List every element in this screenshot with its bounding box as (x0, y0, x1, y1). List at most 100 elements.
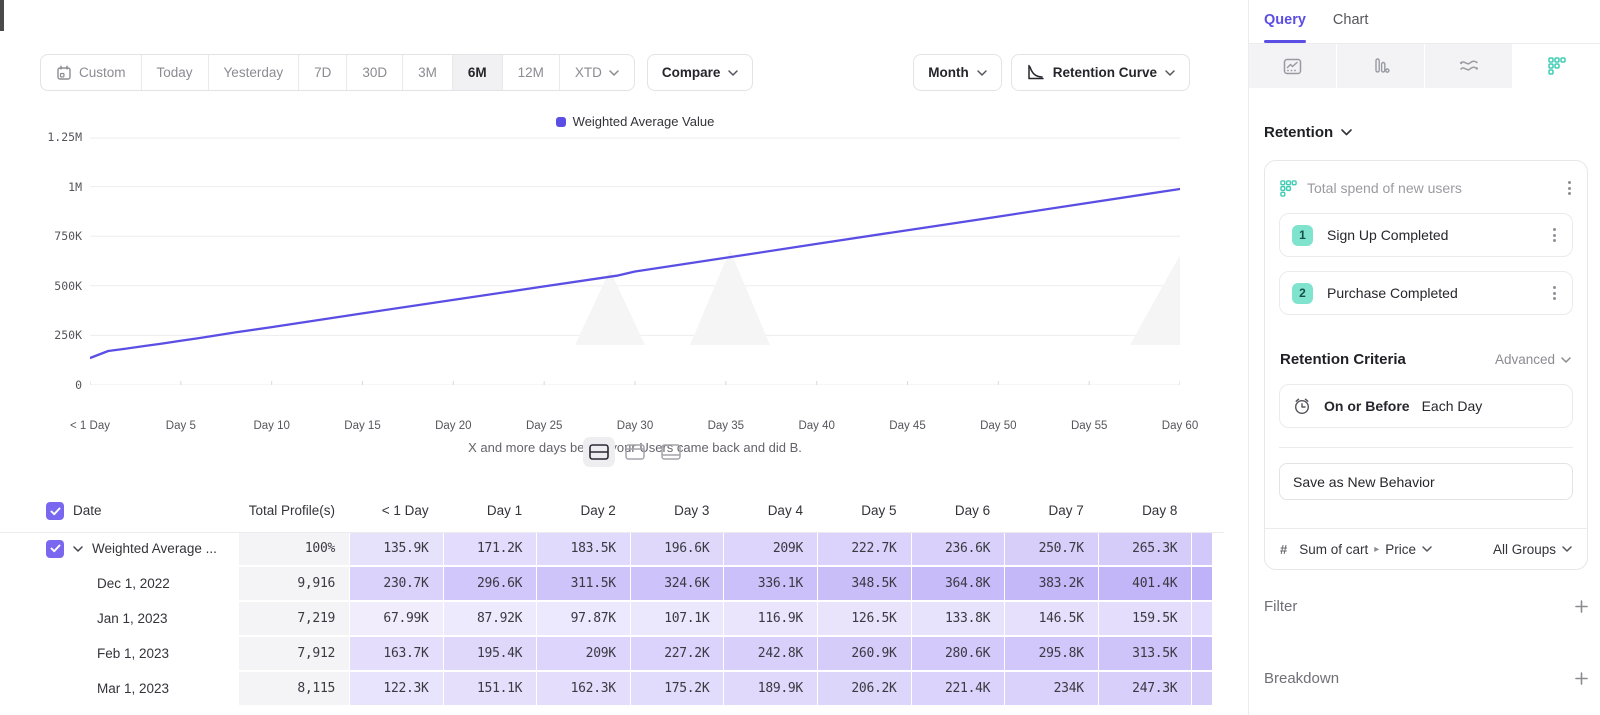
retention-value-cell[interactable]: 133.8K (912, 602, 1005, 635)
column-header[interactable]: Day 7 (1005, 492, 1098, 530)
retention-value-cell[interactable]: 206.2K (818, 672, 911, 705)
table-row-label[interactable]: Weighted Average ... (0, 532, 238, 565)
section-header[interactable]: Retention (1249, 88, 1600, 141)
table-view-button[interactable] (655, 437, 687, 467)
column-header[interactable]: Day 4 (724, 492, 817, 530)
retention-value-cell[interactable]: 260.9K (818, 637, 911, 670)
range-30d[interactable]: 30D (347, 55, 403, 90)
retention-value-cell[interactable]: 196.6K (631, 532, 724, 565)
retention-value-cell[interactable]: 265.3K (1099, 532, 1192, 565)
behavior-step-2[interactable]: 2Purchase Completed (1279, 271, 1573, 315)
retention-condition[interactable]: On or Before Each Day (1279, 384, 1573, 428)
add-breakdown-icon[interactable] (1575, 672, 1588, 685)
row-date-label[interactable]: Feb 1, 2023 (0, 637, 238, 670)
retention-value-cell[interactable]: 183.5K (537, 532, 630, 565)
range-12m[interactable]: 12M (503, 55, 560, 90)
column-header[interactable]: Day 5 (818, 492, 911, 530)
retention-value-cell[interactable]: 189.9K (724, 672, 817, 705)
tab-query[interactable]: Query (1264, 12, 1306, 43)
save-as-new-behavior-button[interactable]: Save as New Behavior (1279, 463, 1573, 500)
column-header[interactable]: Day 8 (1099, 492, 1192, 530)
retention-value-cell[interactable]: 230.7K (350, 567, 443, 600)
retention-value-cell[interactable]: 116.9K (724, 602, 817, 635)
retention-value-cell[interactable]: 122.3K (350, 672, 443, 705)
range-custom[interactable]: Custom (41, 55, 142, 90)
retention-value-cell[interactable]: 151.1K (444, 672, 537, 705)
column-header[interactable]: Total Profile(s) (239, 492, 349, 530)
retention-tab[interactable] (1513, 44, 1600, 88)
retention-value-cell[interactable]: 247.3K (1099, 672, 1192, 705)
retention-value-cell[interactable]: 364.8K (912, 567, 1005, 600)
retention-value-cell[interactable]: 242.8K (724, 637, 817, 670)
retention-value-cell[interactable]: 313.5K (1099, 637, 1192, 670)
flows-tab[interactable] (1425, 44, 1513, 88)
retention-value-cell[interactable]: 87.92K (444, 602, 537, 635)
total-profiles-cell[interactable]: 8,115 (239, 672, 349, 705)
range-3m[interactable]: 3M (403, 55, 453, 90)
chart-legend[interactable]: Weighted Average Value (90, 114, 1180, 129)
retention-value-cell[interactable]: 296.6K (444, 567, 537, 600)
total-profiles-cell[interactable]: 9,916 (239, 567, 349, 600)
retention-value-cell[interactable]: 401.4K (1099, 567, 1192, 600)
retention-value-cell[interactable]: 97.87K (537, 602, 630, 635)
retention-value-cell[interactable]: 295.8K (1005, 637, 1098, 670)
row-date-label[interactable]: Jan 1, 2023 (0, 602, 238, 635)
total-profiles-cell[interactable]: 100% (239, 532, 349, 565)
retention-value-cell[interactable]: 221.4K (912, 672, 1005, 705)
retention-value-cell[interactable]: 162.3K (537, 672, 630, 705)
retention-value-cell[interactable]: 135.9K (350, 532, 443, 565)
retention-value-cell[interactable]: 209K (724, 532, 817, 565)
retention-value-cell[interactable]: 227.2K (631, 637, 724, 670)
chart-type-dropdown[interactable]: Retention Curve (1011, 54, 1190, 91)
split-view-button[interactable] (583, 437, 615, 467)
retention-value-cell[interactable]: 348.5K (818, 567, 911, 600)
step-menu-button[interactable] (1549, 282, 1560, 304)
chart-plot-area[interactable] (90, 137, 1180, 385)
retention-value-cell[interactable]: 159.5K (1099, 602, 1192, 635)
retention-value-cell[interactable]: 222.7K (818, 532, 911, 565)
total-profiles-cell[interactable]: 7,219 (239, 602, 349, 635)
column-header[interactable]: Day 3 (631, 492, 724, 530)
retention-value-cell[interactable]: 234K (1005, 672, 1098, 705)
chart-view-button[interactable] (619, 437, 651, 467)
row-date-label[interactable]: Mar 1, 2023 (0, 672, 238, 705)
range-yesterday[interactable]: Yesterday (209, 55, 300, 90)
retention-value-cell[interactable]: 324.6K (631, 567, 724, 600)
add-filter-icon[interactable] (1575, 600, 1588, 613)
behavior-menu-button[interactable] (1564, 177, 1575, 199)
retention-value-cell[interactable]: 175.2K (631, 672, 724, 705)
column-header[interactable]: < 1 Day (350, 492, 443, 530)
tab-chart[interactable]: Chart (1333, 12, 1368, 43)
retention-value-cell[interactable]: 146.5K (1005, 602, 1098, 635)
range-7d[interactable]: 7D (299, 55, 347, 90)
row-date-label[interactable]: Dec 1, 2022 (0, 567, 238, 600)
row-checkbox[interactable] (46, 540, 64, 558)
column-header[interactable]: Day 6 (912, 492, 1005, 530)
range-xtd[interactable]: XTD (560, 55, 634, 90)
behavior-step-1[interactable]: 1Sign Up Completed (1279, 213, 1573, 257)
column-header[interactable]: Day 1 (444, 492, 537, 530)
column-header[interactable]: Day 2 (537, 492, 630, 530)
range-today[interactable]: Today (142, 55, 209, 90)
step-menu-button[interactable] (1549, 224, 1560, 246)
retention-value-cell[interactable]: 250.7K (1005, 532, 1098, 565)
retention-value-cell[interactable]: 171.2K (444, 532, 537, 565)
retention-value-cell[interactable]: 67.99K (350, 602, 443, 635)
all-groups-dropdown[interactable]: All Groups (1493, 542, 1572, 557)
retention-value-cell[interactable]: 195.4K (444, 637, 537, 670)
funnels-tab[interactable] (1337, 44, 1425, 88)
row-checkbox[interactable] (46, 502, 64, 520)
granularity-dropdown[interactable]: Month (913, 54, 1001, 91)
retention-value-cell[interactable]: 311.5K (537, 567, 630, 600)
insights-tab[interactable] (1249, 44, 1337, 88)
expand-chevron-icon[interactable] (73, 546, 83, 552)
range-6m[interactable]: 6M (453, 55, 503, 90)
retention-value-cell[interactable]: 236.6K (912, 532, 1005, 565)
advanced-dropdown[interactable]: Advanced (1495, 352, 1571, 367)
retention-value-cell[interactable]: 336.1K (724, 567, 817, 600)
retention-value-cell[interactable]: 126.5K (818, 602, 911, 635)
retention-value-cell[interactable]: 163.7K (350, 637, 443, 670)
compare-button[interactable]: Compare (647, 54, 754, 91)
measure-row[interactable]: # Sum of cart ▸ Price All Groups (1265, 528, 1587, 569)
retention-value-cell[interactable]: 383.2K (1005, 567, 1098, 600)
